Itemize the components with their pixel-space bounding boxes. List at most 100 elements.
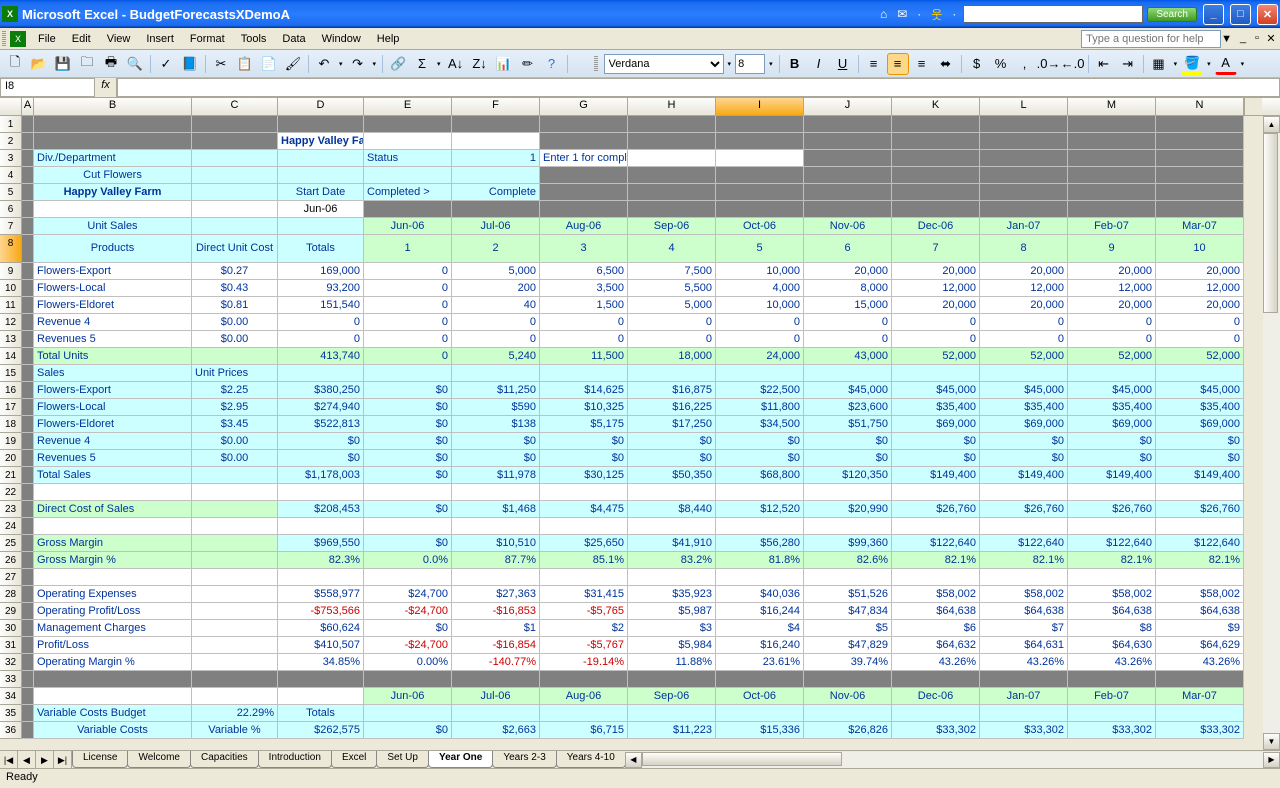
cell[interactable]: 11.88% <box>628 654 716 671</box>
cell[interactable]: $58,002 <box>892 586 980 603</box>
cell[interactable]: $35,400 <box>980 399 1068 416</box>
cell[interactable]: $10,510 <box>452 535 540 552</box>
cell[interactable]: 0 <box>364 348 452 365</box>
cell[interactable]: $14,625 <box>540 382 628 399</box>
bold-icon[interactable]: B <box>784 53 806 75</box>
cell[interactable] <box>22 365 34 382</box>
cell[interactable] <box>716 484 804 501</box>
cell[interactable]: Jul-06 <box>452 218 540 235</box>
cell[interactable]: 52,000 <box>980 348 1068 365</box>
cell[interactable]: Completed > <box>364 184 452 201</box>
cell[interactable]: Gross Margin <box>34 535 192 552</box>
column-header-B[interactable]: B <box>34 98 192 115</box>
cell[interactable]: $5 <box>804 620 892 637</box>
cell[interactable]: $68,800 <box>716 467 804 484</box>
menu-tools[interactable]: Tools <box>233 31 275 47</box>
minimize-button[interactable]: _ <box>1203 4 1224 25</box>
cell[interactable] <box>628 150 716 167</box>
cell[interactable]: 82.6% <box>804 552 892 569</box>
row-header-20[interactable]: 20 <box>0 450 22 467</box>
cell[interactable]: $0 <box>1068 433 1156 450</box>
cell[interactable] <box>452 116 540 133</box>
hyperlink-icon[interactable]: 🔗 <box>387 53 409 75</box>
row-header-4[interactable]: 4 <box>0 167 22 184</box>
cell[interactable] <box>980 133 1068 150</box>
cell[interactable] <box>804 365 892 382</box>
font-color-icon[interactable]: A <box>1215 53 1237 75</box>
cell[interactable] <box>1156 569 1244 586</box>
cell[interactable]: 5,000 <box>452 263 540 280</box>
cell[interactable] <box>278 365 364 382</box>
cell[interactable] <box>22 569 34 586</box>
cell[interactable] <box>278 484 364 501</box>
cell[interactable]: -140.77% <box>452 654 540 671</box>
cell[interactable] <box>628 484 716 501</box>
cell[interactable]: $0.00 <box>192 433 278 450</box>
sheet-tab-set-up[interactable]: Set Up <box>376 751 429 768</box>
row-header-9[interactable]: 9 <box>0 263 22 280</box>
cell[interactable] <box>1156 671 1244 688</box>
cell[interactable]: Jun-06 <box>364 218 452 235</box>
cell[interactable] <box>892 671 980 688</box>
cell[interactable]: $58,002 <box>1156 586 1244 603</box>
cell[interactable] <box>22 399 34 416</box>
row-header-1[interactable]: 1 <box>0 116 22 133</box>
open-icon[interactable]: 📂 <box>28 53 50 75</box>
cell[interactable]: $64,638 <box>980 603 1068 620</box>
cell[interactable] <box>192 518 278 535</box>
cell[interactable]: Flowers-Local <box>34 280 192 297</box>
cell[interactable] <box>22 235 34 263</box>
cell[interactable]: $45,000 <box>804 382 892 399</box>
cell[interactable]: 12,000 <box>1156 280 1244 297</box>
cell[interactable] <box>192 552 278 569</box>
cell[interactable] <box>364 705 452 722</box>
cell[interactable] <box>22 450 34 467</box>
cell[interactable]: $60,624 <box>278 620 364 637</box>
cell[interactable]: Unit Sales <box>34 218 192 235</box>
row-header-3[interactable]: 3 <box>0 150 22 167</box>
cell[interactable]: $47,834 <box>804 603 892 620</box>
scroll-down-icon[interactable]: ▼ <box>1263 733 1280 750</box>
cell[interactable] <box>192 603 278 620</box>
cell[interactable]: $5,987 <box>628 603 716 620</box>
cell[interactable]: 12,000 <box>1068 280 1156 297</box>
cell[interactable]: $410,507 <box>278 637 364 654</box>
cell[interactable] <box>278 167 364 184</box>
menu-insert[interactable]: Insert <box>138 31 182 47</box>
increase-decimal-icon[interactable]: .0→ <box>1038 53 1060 75</box>
cell[interactable]: $0 <box>364 416 452 433</box>
cell[interactable]: Feb-07 <box>1068 218 1156 235</box>
cell[interactable] <box>980 167 1068 184</box>
cell[interactable]: $0 <box>628 433 716 450</box>
cell[interactable] <box>192 116 278 133</box>
cell[interactable] <box>452 671 540 688</box>
mdi-restore-button[interactable]: ▫ <box>1250 32 1264 45</box>
cell[interactable]: Total Units <box>34 348 192 365</box>
cell[interactable] <box>192 569 278 586</box>
cell[interactable]: Sep-06 <box>628 688 716 705</box>
cell[interactable]: $45,000 <box>892 382 980 399</box>
cell[interactable]: 43.26% <box>1156 654 1244 671</box>
cell[interactable] <box>540 705 628 722</box>
cell[interactable]: 0 <box>980 314 1068 331</box>
cell[interactable]: Nov-06 <box>804 218 892 235</box>
cell[interactable]: $4 <box>716 620 804 637</box>
cell[interactable]: 22.29% <box>192 705 278 722</box>
cell[interactable] <box>34 518 192 535</box>
cell[interactable] <box>364 133 452 150</box>
cell[interactable] <box>22 637 34 654</box>
cell[interactable]: Oct-06 <box>716 218 804 235</box>
cell[interactable] <box>892 167 980 184</box>
cell[interactable] <box>628 705 716 722</box>
cell[interactable]: 20,000 <box>1068 297 1156 314</box>
cell[interactable]: Products <box>34 235 192 263</box>
cell[interactable] <box>716 133 804 150</box>
fontcolor-dropdown-icon[interactable]: ▾ <box>1239 60 1247 68</box>
cell[interactable]: 40 <box>452 297 540 314</box>
cell[interactable]: $969,550 <box>278 535 364 552</box>
cell[interactable]: 20,000 <box>1068 263 1156 280</box>
cell[interactable] <box>22 518 34 535</box>
close-button[interactable]: ✕ <box>1257 4 1278 25</box>
cell[interactable]: -$24,700 <box>364 603 452 620</box>
cell[interactable]: Unit Prices <box>192 365 278 382</box>
